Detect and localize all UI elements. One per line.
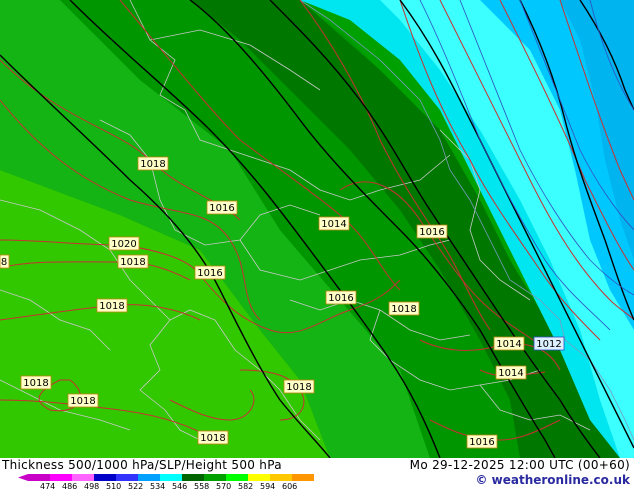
pressure-label: 1012 [533, 336, 565, 351]
legend-value-label: 498 [84, 482, 99, 490]
pressure-label: 1018 [96, 298, 128, 313]
legend-value-label: 546 [172, 482, 187, 490]
legend-swatches [18, 474, 314, 481]
pressure-label: 1018 [67, 393, 99, 408]
legend-value-label: 570 [216, 482, 231, 490]
pressure-label: 1018 [20, 375, 52, 390]
legend-value-label: 534 [150, 482, 165, 490]
pressure-label-text: 1014 [321, 219, 346, 230]
pressure-label-text: 1016 [209, 203, 234, 214]
map-valid-time: Mo 29-12-2025 12:00 UTC (00+60) [409, 458, 630, 472]
legend-value-label: 474 [40, 482, 55, 490]
pressure-label-text: 1012 [536, 339, 561, 350]
pressure-label: 1014 [495, 365, 527, 380]
legend-swatch [116, 474, 138, 481]
pressure-label: 1016 [416, 224, 448, 239]
legend-value-label: 582 [238, 482, 253, 490]
map-footer: Thickness 500/1000 hPa/SLP/Height 500 hP… [0, 458, 634, 490]
legend-value-label: 486 [62, 482, 77, 490]
pressure-label: 8 [0, 254, 10, 269]
map-title: Thickness 500/1000 hPa/SLP/Height 500 hP… [2, 458, 282, 472]
legend-value-label: 594 [260, 482, 275, 490]
pressure-label: 1018 [283, 379, 315, 394]
pressure-label: 1018 [117, 254, 149, 269]
legend-value-label: 510 [106, 482, 121, 490]
credit-link[interactable]: © weatheronline.co.uk [475, 473, 630, 487]
pressure-label-text: 1016 [197, 268, 222, 279]
pressure-label: 1018 [388, 301, 420, 316]
pressure-label: 1014 [493, 336, 525, 351]
pressure-label-text: 8 [1, 257, 7, 268]
pressure-label-text: 1014 [496, 339, 521, 350]
pressure-label-text: 1018 [391, 304, 416, 315]
legend-value-label: 522 [128, 482, 143, 490]
pressure-label: 1018 [197, 430, 229, 445]
pressure-label: 1016 [206, 200, 238, 215]
legend-swatch [138, 474, 160, 481]
pressure-label-text: 1018 [99, 301, 124, 312]
pressure-label: 1020 [108, 236, 140, 251]
pressure-label-text: 1018 [23, 378, 48, 389]
legend-swatch [28, 474, 50, 481]
legend-swatch [94, 474, 116, 481]
legend-value-label: 606 [282, 482, 297, 490]
legend-swatch [182, 474, 204, 481]
pressure-label: 1016 [325, 290, 357, 305]
legend-swatch [292, 474, 314, 481]
legend-swatch [50, 474, 72, 481]
weather-map: 1018 1016 1014 1016 1020 1018 1016 8 101… [0, 0, 634, 458]
pressure-label: 1018 [137, 156, 169, 171]
pressure-label-text: 1018 [70, 396, 95, 407]
thickness-legend: 474 486 498 510 522 534 546 558 570 582 594 606 [18, 474, 314, 490]
pressure-label-text: 1018 [120, 257, 145, 268]
legend-labels: 474 486 498 510 522 534 546 558 570 582 594 606 [40, 482, 297, 490]
legend-swatch [226, 474, 248, 481]
pressure-label: 1016 [466, 434, 498, 449]
thickness-bands [0, 0, 634, 458]
pressure-label: 1016 [194, 265, 226, 280]
pressure-label-text: 1018 [140, 159, 165, 170]
pressure-label-text: 1014 [498, 368, 523, 379]
pressure-label-text: 1020 [111, 239, 136, 250]
legend-swatch [204, 474, 226, 481]
pressure-label-text: 1018 [286, 382, 311, 393]
legend-value-label: 558 [194, 482, 209, 490]
legend-swatch [270, 474, 292, 481]
pressure-label-text: 1016 [328, 293, 353, 304]
map-canvas: 1018 1016 1014 1016 1020 1018 1016 8 101… [0, 0, 634, 458]
legend-arrow-left [18, 474, 28, 481]
legend-swatch [160, 474, 182, 481]
pressure-label-text: 1018 [200, 433, 225, 444]
pressure-label-text: 1016 [419, 227, 444, 238]
legend-swatch [72, 474, 94, 481]
pressure-label: 1014 [318, 216, 350, 231]
pressure-label-text: 1016 [469, 437, 494, 448]
legend-swatch [248, 474, 270, 481]
